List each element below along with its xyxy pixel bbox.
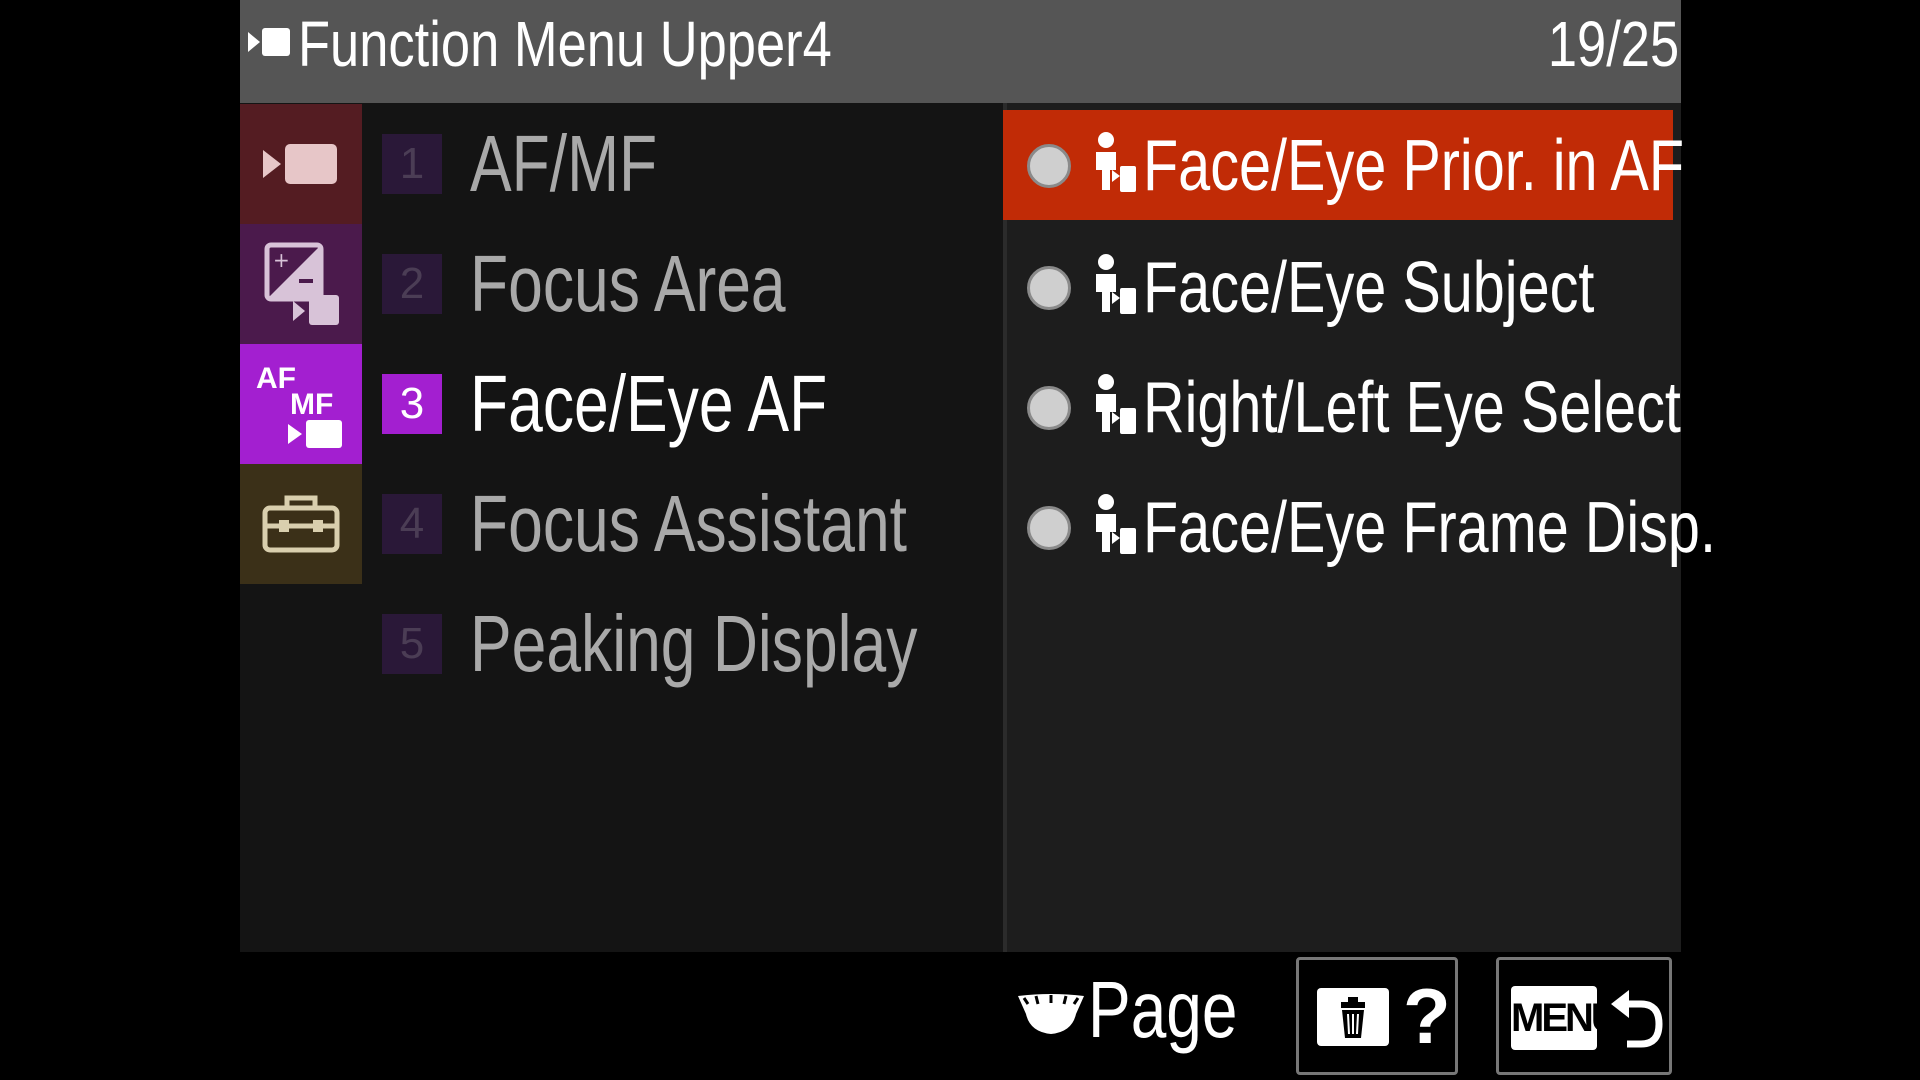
tab-setup[interactable] [240,464,362,584]
option-face-eye-frame-disp[interactable]: Face/Eye Frame Disp. [1007,472,1716,582]
menu-item-face-eye-af[interactable]: 3 Face/Eye AF [380,348,980,458]
page-indicator: 19/25 [1547,8,1679,80]
delete-help-button[interactable]: ? [1296,957,1458,1075]
item-number: 4 [382,494,442,554]
person-movie-icon [1096,374,1136,434]
help-label: ? [1403,972,1451,1060]
option-label: Face/Eye Frame Disp. [1143,488,1716,568]
item-number: 3 [382,374,442,434]
menu-label: MENU [1511,986,1620,1050]
page-label: Page [1088,965,1238,1054]
movie-camera-icon [248,28,290,56]
option-label: Face/Eye Prior. in AF [1143,126,1685,206]
control-wheel-icon [1018,994,1084,1034]
page-title: Function Menu Upper4 [298,8,832,80]
item-label: Face/Eye AF [470,359,828,448]
camera-menu-screen: Function Menu Upper4 19/25 + AF MF 1 AF/… [240,0,1716,1080]
option-face-eye-subject[interactable]: Face/Eye Subject [1007,232,1676,342]
person-movie-icon [1096,494,1136,554]
item-label: AF/MF [470,119,658,208]
tab-focus[interactable]: AF MF [240,344,362,464]
menu-header: Function Menu Upper4 19/25 [240,0,1681,103]
item-label: Focus Area [470,239,786,328]
person-movie-icon [1096,254,1136,314]
tab-exposure-color[interactable]: + [240,224,362,344]
menu-item-focus-area[interactable]: 2 Focus Area [380,228,980,338]
radio-icon [1027,144,1071,188]
trash-icon [1317,988,1389,1046]
menu-item-af-mf[interactable]: 1 AF/MF [380,108,980,218]
radio-icon [1027,506,1071,550]
option-right-left-eye-select[interactable]: Right/Left Eye Select [1007,352,1681,462]
item-number: 2 [382,254,442,314]
menu-back-button[interactable]: MENU [1496,957,1672,1075]
person-movie-icon [1096,132,1136,192]
svg-text:MF: MF [290,388,333,421]
menu-item-focus-assistant[interactable]: 4 Focus Assistant [380,468,980,578]
tab-shooting[interactable] [240,104,362,224]
item-label: Focus Assistant [470,479,907,568]
item-number: 5 [382,614,442,674]
radio-icon [1027,386,1071,430]
radio-icon [1027,266,1071,310]
option-face-eye-prior-in-af[interactable]: Face/Eye Prior. in AF [1003,110,1684,220]
exposure-color-icon: + [264,242,339,325]
back-arrow-icon [1611,990,1663,1048]
menu-item-peaking-display[interactable]: 5 Peaking Display [380,588,980,698]
item-label: Peaking Display [470,599,918,688]
af-mf-icon: AF MF [256,362,342,448]
item-number: 1 [382,134,442,194]
option-label: Face/Eye Subject [1143,248,1595,328]
toolbox-icon [262,495,340,553]
svg-text:+: + [273,248,290,272]
movie-camera-icon [263,144,337,184]
option-label: Right/Left Eye Select [1143,368,1681,448]
